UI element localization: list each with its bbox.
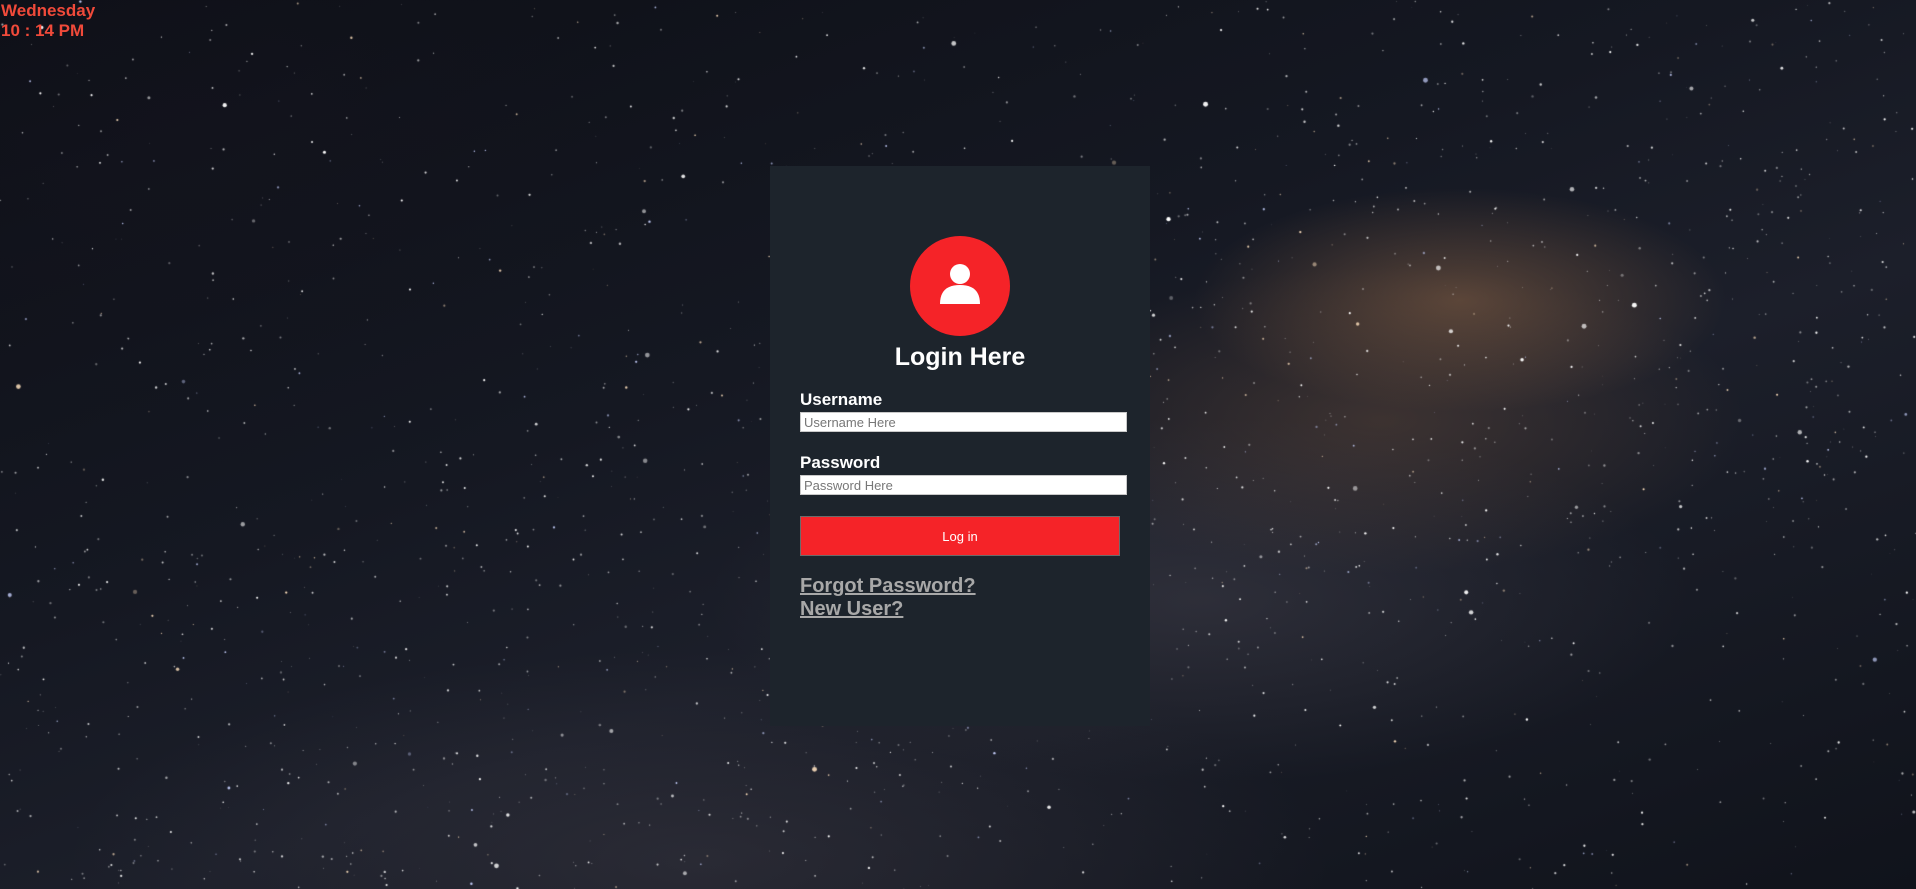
username-input[interactable] xyxy=(800,412,1127,432)
password-input[interactable] xyxy=(800,475,1127,495)
avatar xyxy=(910,236,1010,336)
clock-widget: Wednesday 10 : 14 PM xyxy=(1,1,95,41)
login-button[interactable]: Log in xyxy=(800,516,1120,556)
clock-time: 10 : 14 PM xyxy=(1,21,85,40)
password-label: Password xyxy=(800,453,881,472)
login-card: Login Here Username Password Log in Forg… xyxy=(770,166,1150,726)
login-title: Login Here xyxy=(894,343,1026,371)
clock-day: Wednesday xyxy=(1,1,96,20)
new-user-link[interactable]: New User? xyxy=(800,598,903,621)
user-icon xyxy=(940,264,980,304)
username-label: Username xyxy=(800,390,883,409)
forgot-password-link[interactable]: Forgot Password? xyxy=(800,575,976,598)
